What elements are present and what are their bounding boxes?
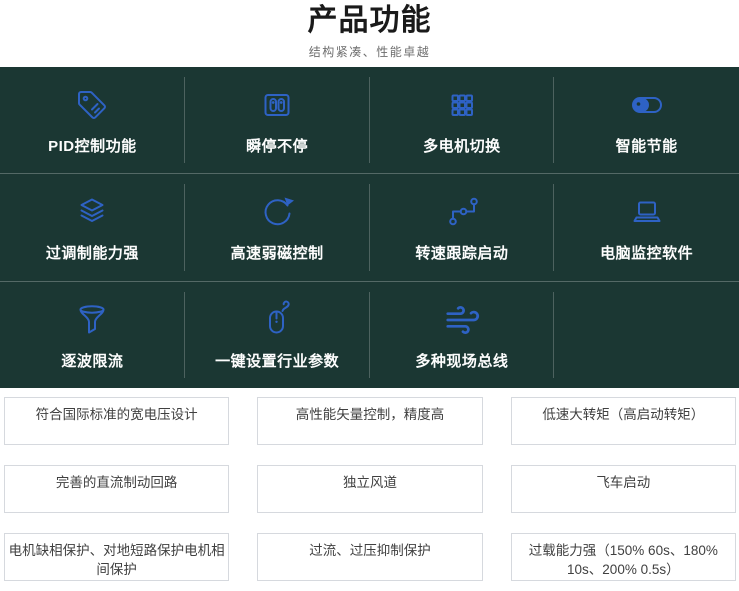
page-subtitle: 结构紧凑、性能卓越: [0, 43, 739, 60]
cell-label: 一键设置行业参数: [215, 350, 339, 371]
cell-instant-stop: 瞬停不停: [185, 67, 370, 173]
panel-row: 逐波限流 一键设置行业参数 多种现场总线: [0, 282, 739, 388]
cell-empty: [554, 282, 739, 388]
feature-box-motor-protection: 电机缺相保护、对地短路保护电机相间保护: [4, 533, 229, 581]
cell-label: 过调制能力强: [46, 242, 139, 263]
cell-overmodulation: 过调制能力强: [0, 174, 185, 280]
cell-speed-tracking: 转速跟踪启动: [370, 174, 555, 280]
rotate-arrow-icon: [257, 190, 297, 234]
panel-row: PID控制功能 瞬停不停 多电机: [0, 67, 739, 174]
cell-label: 逐波限流: [61, 350, 123, 371]
panel-row: 过调制能力强 高速弱磁控制 转速跟踪启动: [0, 174, 739, 281]
cell-pc-monitoring: 电脑监控软件: [554, 174, 739, 280]
cell-label: 多种现场总线: [415, 350, 508, 371]
switch-panel-icon: [257, 83, 297, 127]
feature-box-flying-start: 飞车启动: [511, 465, 736, 513]
feature-box-overcurrent-protection: 过流、过压抑制保护: [257, 533, 482, 581]
cell-label: 高速弱磁控制: [231, 242, 324, 263]
cell-smart-energy: 智能节能: [554, 67, 739, 173]
cell-fieldbus: 多种现场总线: [370, 282, 555, 388]
laptop-icon: [627, 190, 667, 234]
feature-boxes: 符合国际标准的宽电压设计 高性能矢量控制，精度高 低速大转矩（高启动转矩） 完善…: [4, 397, 736, 581]
page-header: 产品功能 结构紧凑、性能卓越: [0, 0, 739, 60]
cell-label: 瞬停不停: [246, 135, 308, 156]
feature-box-low-speed-torque: 低速大转矩（高启动转矩）: [511, 397, 736, 445]
layers-icon: [72, 190, 112, 234]
feature-panel: PID控制功能 瞬停不停 多电机: [0, 67, 739, 388]
mouse-icon: [257, 298, 297, 342]
path-nodes-icon: [442, 190, 482, 234]
cell-label: 多电机切换: [423, 135, 501, 156]
cell-flux-weakening: 高速弱磁控制: [185, 174, 370, 280]
page-title: 产品功能: [0, 1, 739, 41]
cell-label: 智能节能: [616, 135, 678, 156]
cell-one-key-params: 一键设置行业参数: [185, 282, 370, 388]
feature-box-dc-braking: 完善的直流制动回路: [4, 465, 229, 513]
cell-label: 转速跟踪启动: [415, 242, 508, 263]
grid-icon: [442, 83, 482, 127]
toggle-icon: [627, 83, 667, 127]
cell-pid-control: PID控制功能: [0, 67, 185, 173]
feature-box-overload-capacity: 过载能力强（150% 60s、180% 10s、200% 0.5s）: [511, 533, 736, 581]
cell-multi-motor: 多电机切换: [370, 67, 555, 173]
feature-box-independent-duct: 独立风道: [257, 465, 482, 513]
feature-box-vector-control: 高性能矢量控制，精度高: [257, 397, 482, 445]
feature-box-wide-voltage: 符合国际标准的宽电压设计: [4, 397, 229, 445]
funnel-icon: [72, 298, 112, 342]
cell-wave-current-limit: 逐波限流: [0, 282, 185, 388]
tag-icon: [72, 83, 112, 127]
wind-icon: [443, 298, 481, 342]
cell-label: 电脑监控软件: [600, 242, 693, 263]
cell-label: PID控制功能: [48, 135, 137, 156]
